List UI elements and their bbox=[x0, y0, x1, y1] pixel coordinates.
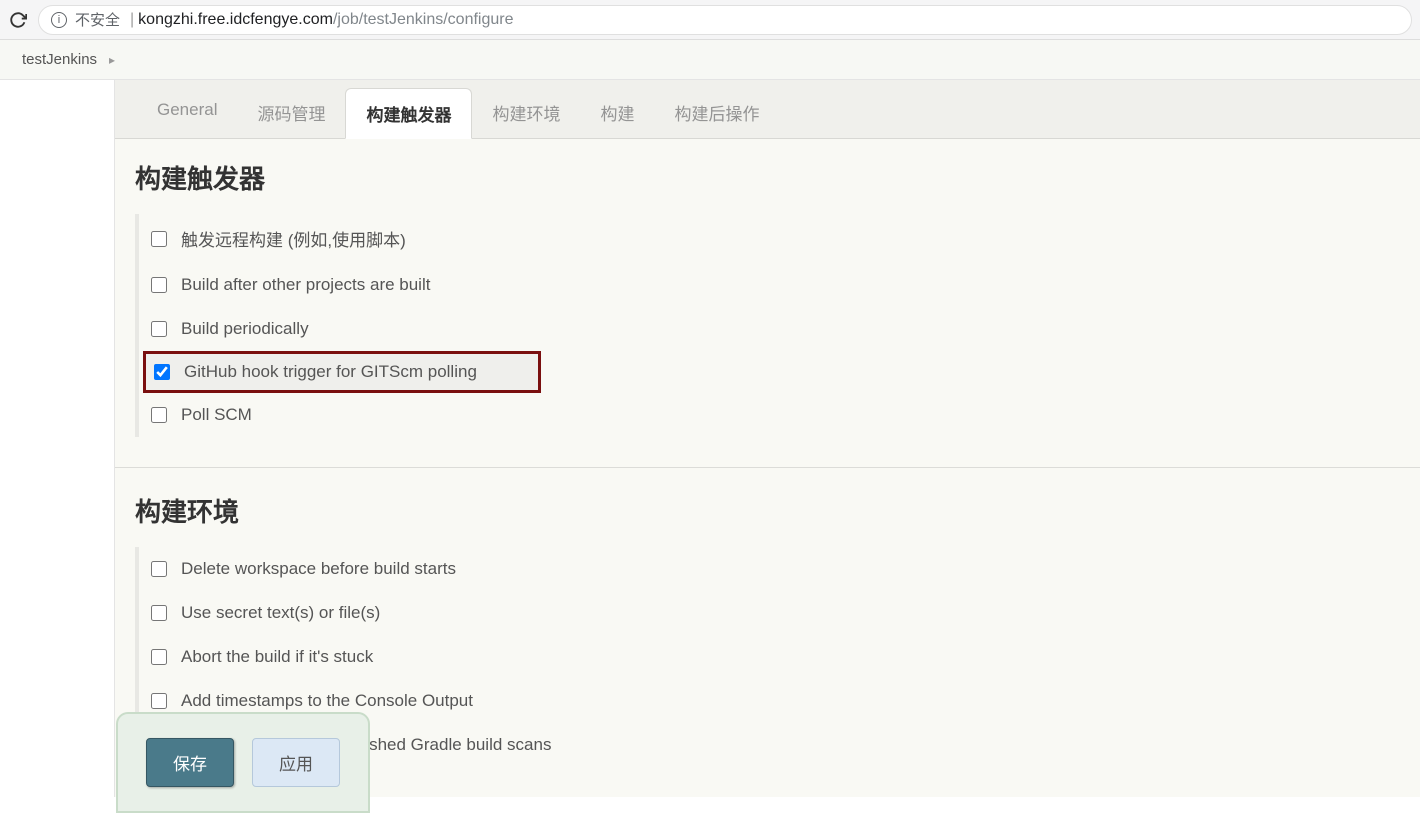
option-label: Add timestamps to the Console Output bbox=[181, 691, 473, 711]
apply-button[interactable]: 应用 bbox=[252, 738, 340, 787]
option-label: Build after other projects are built bbox=[181, 275, 430, 295]
tab-build[interactable]: 构建 bbox=[580, 88, 654, 138]
left-sidebar bbox=[0, 80, 115, 797]
config-content: 构建触发器 触发远程构建 (例如,使用脚本) Build after other… bbox=[115, 139, 1420, 767]
checkbox-periodic[interactable] bbox=[151, 321, 167, 337]
option-poll-scm[interactable]: Poll SCM bbox=[151, 393, 1420, 437]
option-build-after[interactable]: Build after other projects are built bbox=[151, 263, 1420, 307]
option-label: 触发远程构建 (例如,使用脚本) bbox=[181, 226, 406, 251]
section-title-env: 构建环境 bbox=[135, 492, 1420, 529]
checkbox-build-after[interactable] bbox=[151, 277, 167, 293]
option-label: GitHub hook trigger for GITScm polling bbox=[184, 362, 477, 382]
tab-general[interactable]: General bbox=[137, 88, 237, 138]
triggers-options: 触发远程构建 (例如,使用脚本) Build after other proje… bbox=[135, 214, 1420, 437]
checkbox-github-hook[interactable] bbox=[154, 364, 170, 380]
url-field[interactable]: i 不安全 | kongzhi.free.idcfengye.com/job/t… bbox=[38, 5, 1412, 35]
divider bbox=[115, 467, 1420, 468]
option-label: Poll SCM bbox=[181, 405, 252, 425]
main-wrapper: General 源码管理 构建触发器 构建环境 构建 构建后操作 构建触发器 触… bbox=[0, 80, 1420, 797]
checkbox-poll-scm[interactable] bbox=[151, 407, 167, 423]
button-panel: 保存 应用 bbox=[116, 712, 370, 813]
option-github-hook[interactable]: GitHub hook trigger for GITScm polling bbox=[143, 351, 541, 393]
reload-icon[interactable] bbox=[8, 10, 28, 30]
url-separator: | bbox=[130, 11, 134, 29]
url-path: /job/testJenkins/configure bbox=[333, 11, 514, 29]
tab-bar: General 源码管理 构建触发器 构建环境 构建 构建后操作 bbox=[115, 80, 1420, 139]
section-title-triggers: 构建触发器 bbox=[135, 159, 1420, 196]
security-label: 不安全 bbox=[75, 9, 120, 30]
info-icon[interactable]: i bbox=[51, 12, 67, 28]
url-host: kongzhi.free.idcfengye.com bbox=[138, 11, 333, 29]
option-abort-stuck[interactable]: Abort the build if it's stuck bbox=[151, 635, 1420, 679]
tab-scm[interactable]: 源码管理 bbox=[237, 88, 345, 138]
breadcrumb-item[interactable]: testJenkins bbox=[22, 51, 97, 68]
option-label: Abort the build if it's stuck bbox=[181, 647, 373, 667]
config-body: General 源码管理 构建触发器 构建环境 构建 构建后操作 构建触发器 触… bbox=[115, 80, 1420, 797]
save-button[interactable]: 保存 bbox=[146, 738, 234, 787]
checkbox-secret-text[interactable] bbox=[151, 605, 167, 621]
option-label: Delete workspace before build starts bbox=[181, 559, 456, 579]
option-delete-workspace[interactable]: Delete workspace before build starts bbox=[151, 547, 1420, 591]
tab-env[interactable]: 构建环境 bbox=[472, 88, 580, 138]
chevron-right-icon: ▸ bbox=[109, 53, 115, 67]
option-periodic[interactable]: Build periodically bbox=[151, 307, 1420, 351]
address-bar: i 不安全 | kongzhi.free.idcfengye.com/job/t… bbox=[0, 0, 1420, 40]
checkbox-timestamps[interactable] bbox=[151, 693, 167, 709]
checkbox-abort-stuck[interactable] bbox=[151, 649, 167, 665]
option-remote-trigger[interactable]: 触发远程构建 (例如,使用脚本) bbox=[151, 214, 1420, 263]
checkbox-remote-trigger[interactable] bbox=[151, 231, 167, 247]
option-label: Build periodically bbox=[181, 319, 309, 339]
tab-postbuild[interactable]: 构建后操作 bbox=[654, 88, 779, 138]
tab-triggers[interactable]: 构建触发器 bbox=[345, 88, 472, 139]
option-label: Use secret text(s) or file(s) bbox=[181, 603, 380, 623]
checkbox-delete-workspace[interactable] bbox=[151, 561, 167, 577]
option-secret-text[interactable]: Use secret text(s) or file(s) bbox=[151, 591, 1420, 635]
breadcrumbs: testJenkins ▸ bbox=[0, 40, 1420, 80]
